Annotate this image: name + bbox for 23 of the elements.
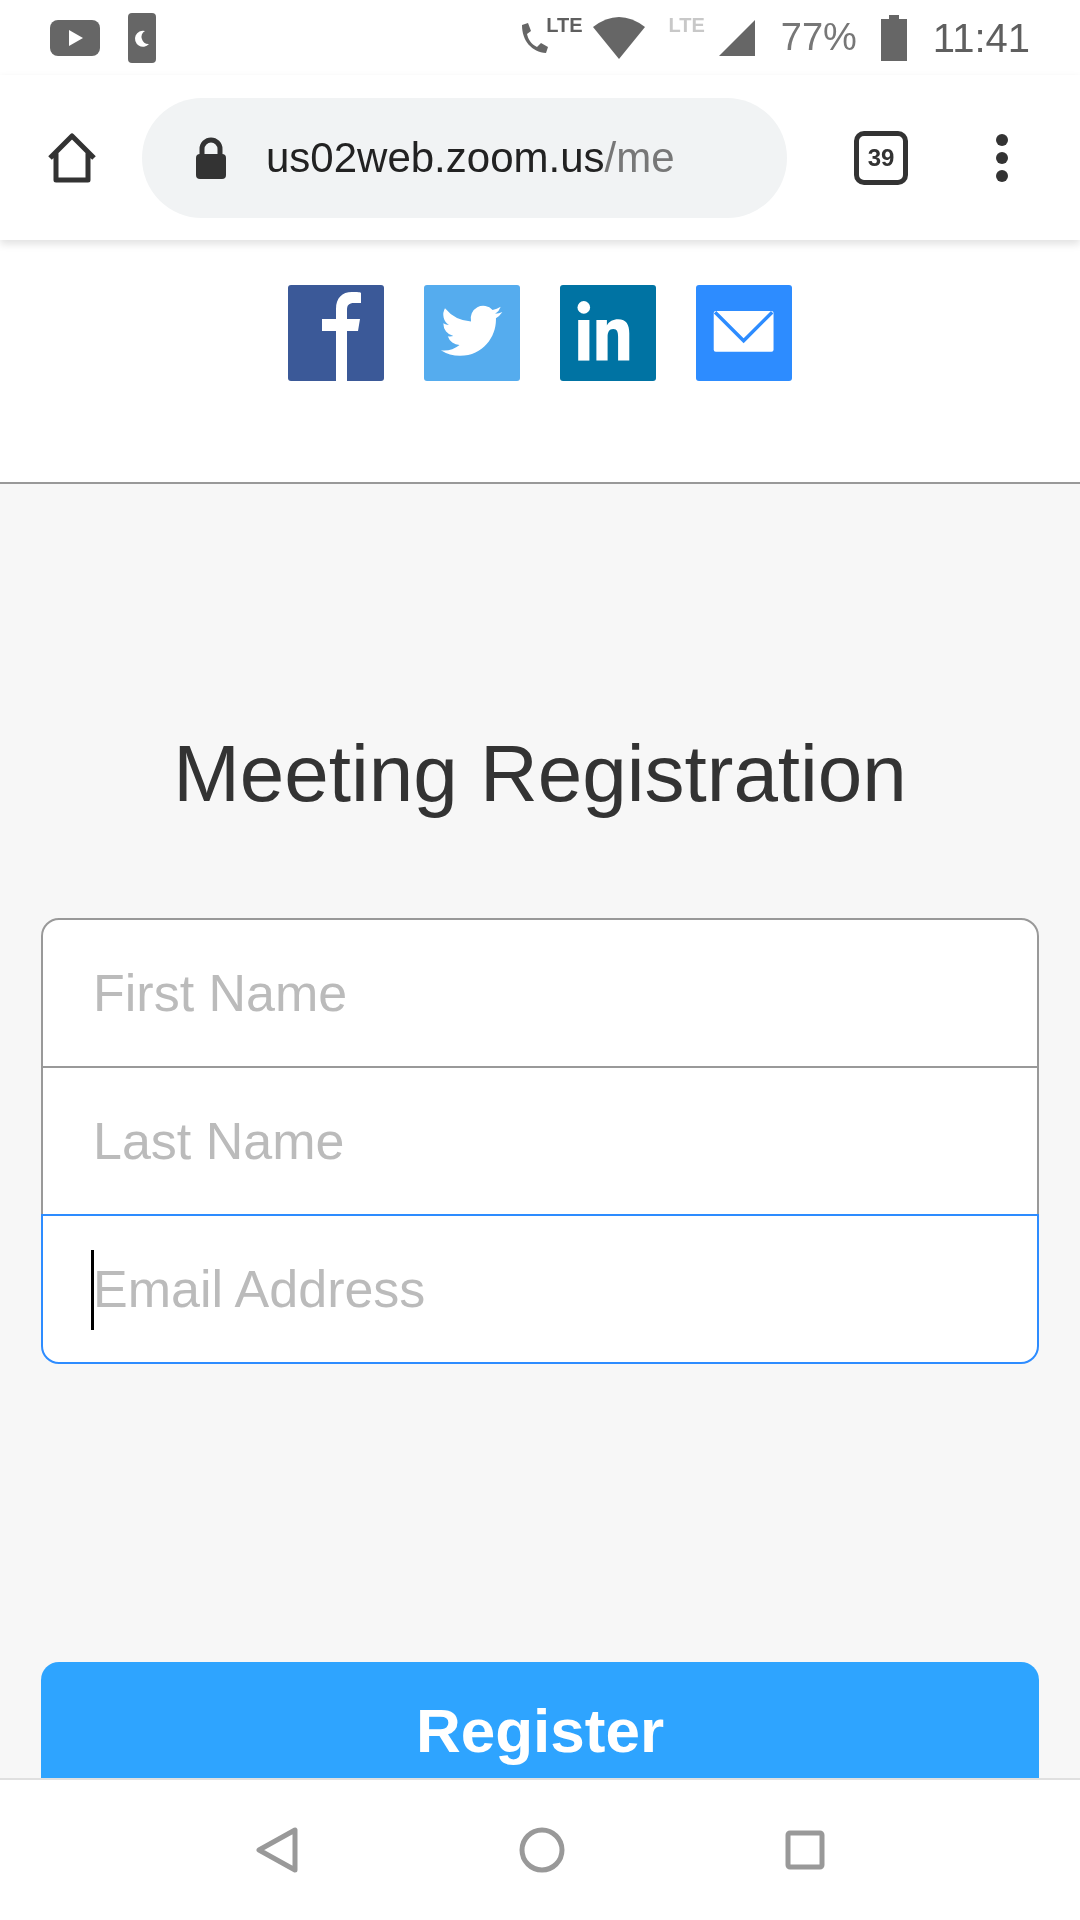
f-letter-icon	[321, 292, 361, 381]
lock-icon	[194, 136, 228, 179]
share-button[interactable]	[696, 285, 792, 381]
share-button[interactable]	[288, 285, 384, 381]
text-input-field[interactable]: Email Address	[41, 1214, 1039, 1364]
tab-count-button[interactable]: 39	[854, 130, 908, 185]
clock-time: 11:41	[932, 14, 1030, 62]
share-button[interactable]	[560, 285, 656, 381]
menu-icon	[995, 132, 1009, 183]
text-input-field[interactable]: Last Name	[41, 1066, 1039, 1216]
battery-percent: 77%	[780, 15, 857, 60]
call-network-label: LTE	[546, 13, 583, 38]
recents-icon[interactable]	[785, 1830, 825, 1870]
signal-icon	[718, 19, 755, 56]
back-icon[interactable]	[255, 1827, 299, 1873]
url-text: us02web.zoom.us/me	[266, 133, 675, 183]
home-circle-icon[interactable]	[519, 1827, 565, 1873]
battery-icon	[880, 14, 907, 61]
play-icon	[50, 19, 100, 56]
wifi-icon	[592, 16, 645, 59]
text-input-field[interactable]: First Name	[41, 918, 1039, 1068]
moon-icon	[128, 12, 156, 63]
address-bar[interactable]: us02web.zoom.us/me	[142, 97, 787, 218]
